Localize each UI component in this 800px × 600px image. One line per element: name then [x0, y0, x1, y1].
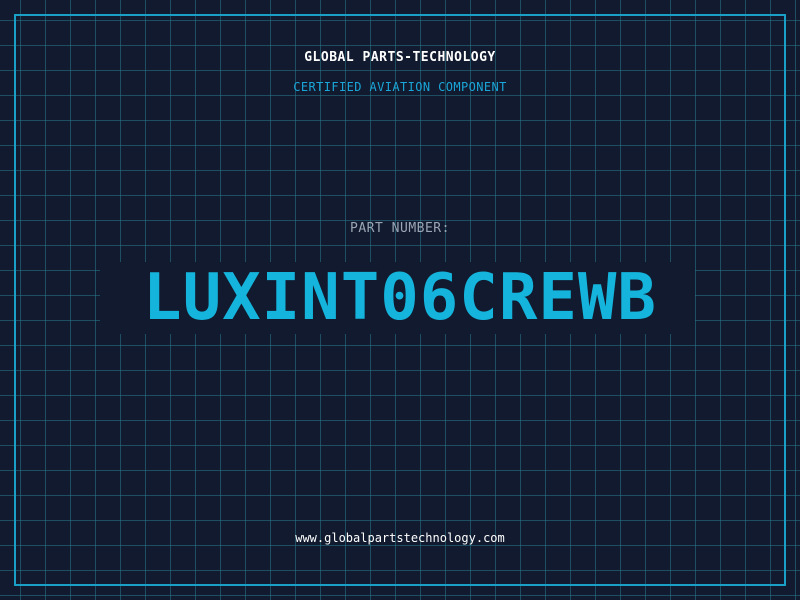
brand-title: GLOBAL PARTS-TECHNOLOGY	[304, 50, 496, 65]
website-url: www.globalpartstechnology.com	[295, 531, 505, 545]
part-number-label: PART NUMBER:	[350, 221, 450, 236]
certification-tagline: CERTIFIED AVIATION COMPONENT	[293, 80, 507, 94]
part-number-value: LUXINT06CREWB	[143, 261, 657, 335]
